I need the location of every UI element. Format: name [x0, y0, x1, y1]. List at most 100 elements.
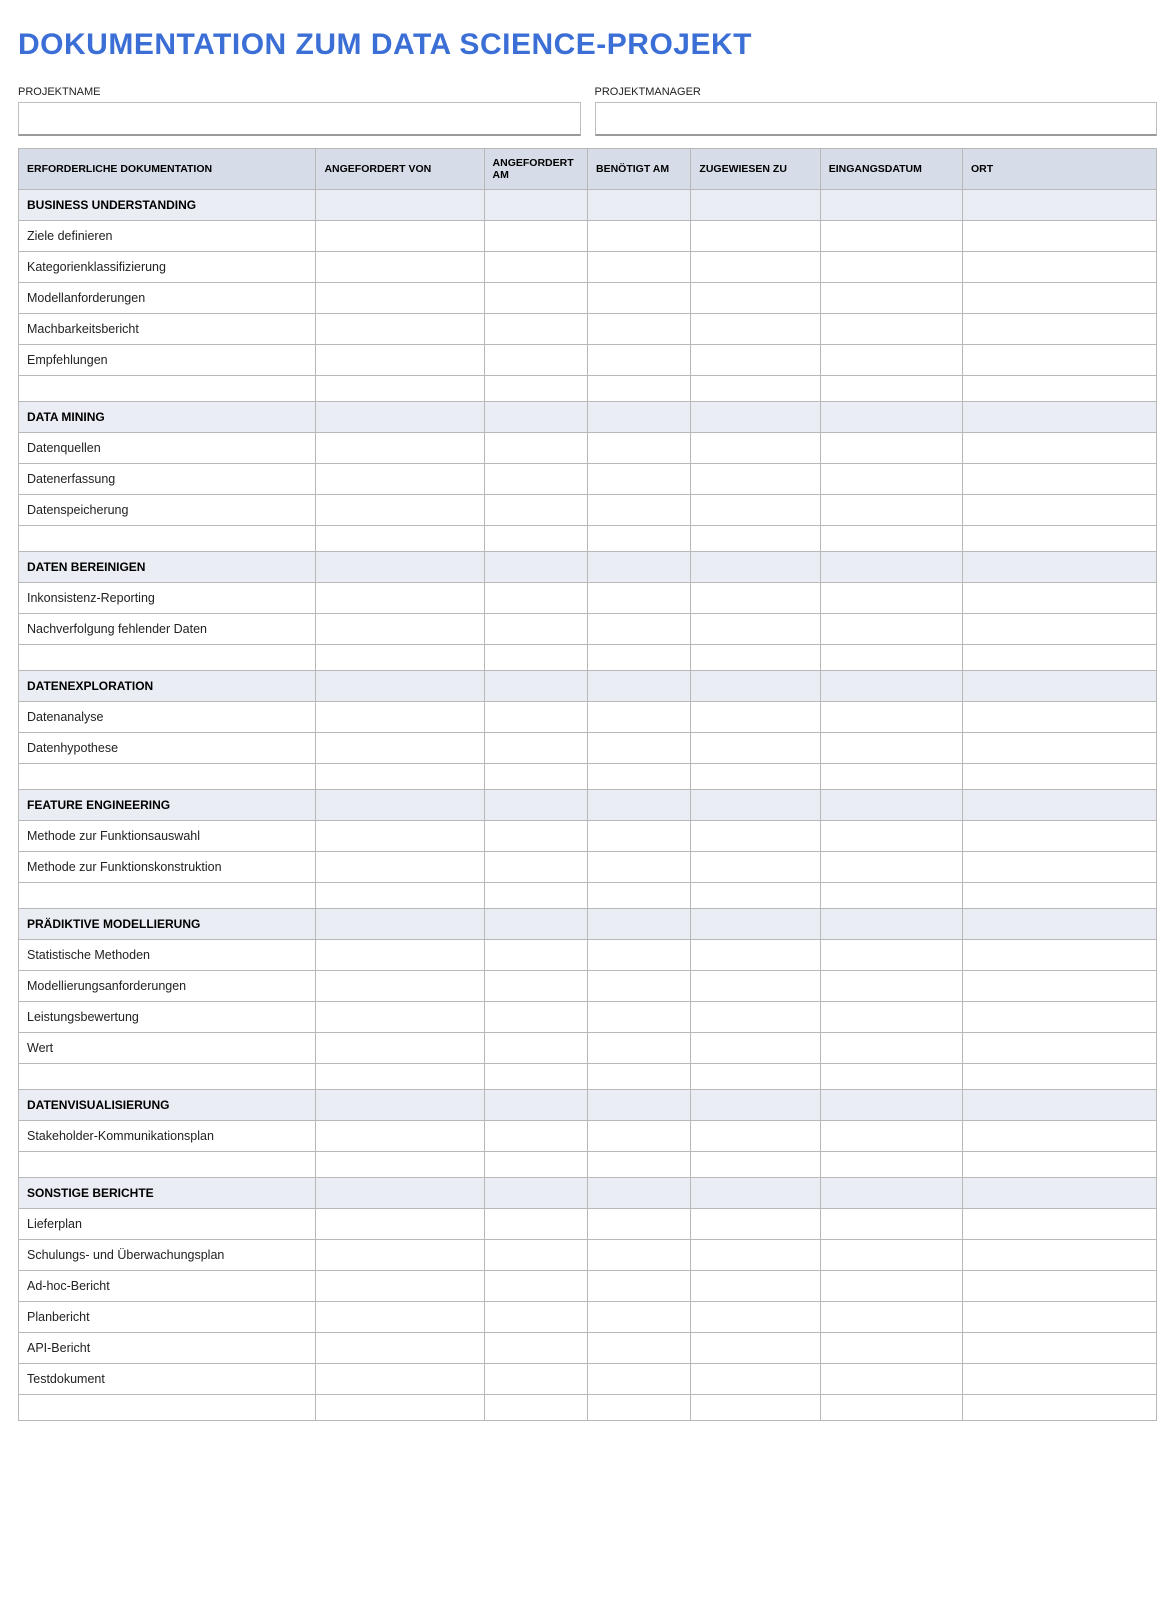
table-cell[interactable] [484, 402, 587, 433]
table-cell[interactable] [820, 733, 962, 764]
table-cell[interactable] [962, 645, 1156, 671]
table-cell[interactable] [484, 1333, 587, 1364]
table-cell[interactable] [962, 1090, 1156, 1121]
table-cell[interactable] [316, 1240, 484, 1271]
table-cell[interactable] [820, 614, 962, 645]
table-cell[interactable] [962, 1033, 1156, 1064]
table-cell[interactable] [587, 1064, 690, 1090]
table-cell[interactable] [587, 345, 690, 376]
table-cell[interactable] [19, 1395, 316, 1421]
table-cell[interactable] [484, 1209, 587, 1240]
table-cell[interactable] [587, 645, 690, 671]
table-cell[interactable] [962, 1121, 1156, 1152]
table-cell[interactable] [316, 552, 484, 583]
table-cell[interactable] [587, 1333, 690, 1364]
table-cell[interactable] [587, 1178, 690, 1209]
table-cell[interactable] [587, 852, 690, 883]
table-cell[interactable] [962, 526, 1156, 552]
table-cell[interactable] [587, 614, 690, 645]
table-cell[interactable] [484, 314, 587, 345]
table-cell[interactable] [691, 252, 820, 283]
table-cell[interactable] [820, 971, 962, 1002]
table-cell[interactable] [587, 909, 690, 940]
table-cell[interactable] [484, 671, 587, 702]
table-cell[interactable] [19, 764, 316, 790]
table-cell[interactable] [484, 1090, 587, 1121]
table-cell[interactable] [962, 671, 1156, 702]
table-cell[interactable] [316, 821, 484, 852]
table-cell[interactable] [962, 909, 1156, 940]
table-cell[interactable] [587, 1395, 690, 1421]
table-cell[interactable] [820, 1033, 962, 1064]
table-cell[interactable] [484, 1033, 587, 1064]
table-cell[interactable] [820, 1152, 962, 1178]
project-name-input[interactable] [18, 102, 581, 136]
table-cell[interactable] [962, 1364, 1156, 1395]
table-cell[interactable] [316, 283, 484, 314]
table-cell[interactable] [316, 1152, 484, 1178]
table-cell[interactable] [484, 909, 587, 940]
table-cell[interactable] [316, 1333, 484, 1364]
table-cell[interactable] [316, 464, 484, 495]
table-cell[interactable] [587, 526, 690, 552]
table-cell[interactable] [484, 252, 587, 283]
table-cell[interactable] [484, 764, 587, 790]
table-cell[interactable] [316, 376, 484, 402]
table-cell[interactable] [691, 1302, 820, 1333]
table-cell[interactable] [587, 671, 690, 702]
table-cell[interactable] [691, 1033, 820, 1064]
table-cell[interactable] [962, 821, 1156, 852]
table-cell[interactable] [962, 1240, 1156, 1271]
table-cell[interactable] [962, 1333, 1156, 1364]
table-cell[interactable] [962, 190, 1156, 221]
table-cell[interactable] [484, 283, 587, 314]
table-cell[interactable] [691, 909, 820, 940]
table-cell[interactable] [587, 1152, 690, 1178]
table-cell[interactable] [316, 1302, 484, 1333]
table-cell[interactable] [587, 764, 690, 790]
table-cell[interactable] [316, 345, 484, 376]
table-cell[interactable] [587, 883, 690, 909]
table-cell[interactable] [691, 764, 820, 790]
table-cell[interactable] [587, 940, 690, 971]
table-cell[interactable] [484, 821, 587, 852]
table-cell[interactable] [316, 495, 484, 526]
table-cell[interactable] [484, 1152, 587, 1178]
table-cell[interactable] [820, 526, 962, 552]
table-cell[interactable] [316, 314, 484, 345]
table-cell[interactable] [316, 1121, 484, 1152]
table-cell[interactable] [587, 790, 690, 821]
table-cell[interactable] [316, 190, 484, 221]
table-cell[interactable] [962, 971, 1156, 1002]
table-cell[interactable] [820, 1240, 962, 1271]
table-cell[interactable] [691, 1121, 820, 1152]
table-cell[interactable] [691, 790, 820, 821]
table-cell[interactable] [691, 1364, 820, 1395]
table-cell[interactable] [484, 376, 587, 402]
table-cell[interactable] [962, 764, 1156, 790]
table-cell[interactable] [316, 671, 484, 702]
table-cell[interactable] [316, 790, 484, 821]
table-cell[interactable] [691, 1152, 820, 1178]
table-cell[interactable] [962, 614, 1156, 645]
table-cell[interactable] [19, 645, 316, 671]
table-cell[interactable] [484, 1302, 587, 1333]
table-cell[interactable] [587, 702, 690, 733]
table-cell[interactable] [691, 190, 820, 221]
table-cell[interactable] [691, 552, 820, 583]
table-cell[interactable] [820, 1002, 962, 1033]
table-cell[interactable] [820, 764, 962, 790]
table-cell[interactable] [691, 1064, 820, 1090]
table-cell[interactable] [820, 1395, 962, 1421]
table-cell[interactable] [484, 702, 587, 733]
table-cell[interactable] [484, 552, 587, 583]
table-cell[interactable] [962, 402, 1156, 433]
table-cell[interactable] [19, 1064, 316, 1090]
table-cell[interactable] [962, 376, 1156, 402]
table-cell[interactable] [691, 702, 820, 733]
table-cell[interactable] [820, 552, 962, 583]
table-cell[interactable] [484, 733, 587, 764]
table-cell[interactable] [820, 790, 962, 821]
table-cell[interactable] [316, 1364, 484, 1395]
table-cell[interactable] [820, 883, 962, 909]
